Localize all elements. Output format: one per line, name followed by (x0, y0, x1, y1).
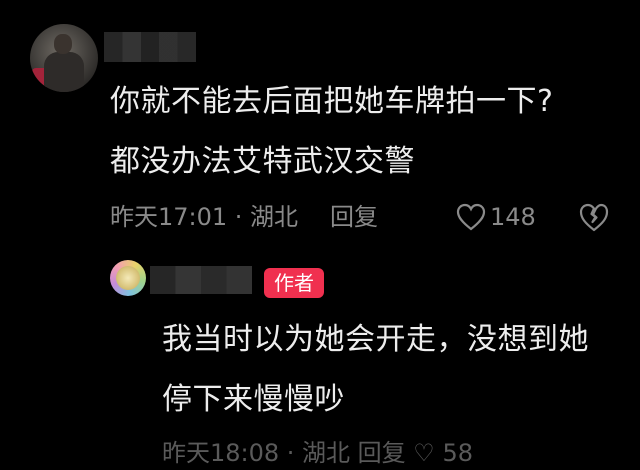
like-button[interactable]: 148 (456, 200, 536, 234)
avatar-detail (44, 52, 84, 92)
username-blurred[interactable] (150, 266, 252, 294)
avatar-detail (116, 266, 140, 290)
reply-item: 作者 我当时以为她会开走，没想到她 停下来慢慢吵 昨天18:08 · 湖北 回复… (0, 258, 640, 467)
reply-text-line: 我当时以为她会开走，没想到她 (162, 322, 589, 357)
comment-item: 你就不能去后面把她车牌拍一下? 都没办法艾特武汉交警 昨天17:01 · 湖北 … (0, 0, 640, 260)
avatar[interactable] (110, 260, 146, 296)
comment-text-line: 你就不能去后面把她车牌拍一下? (110, 84, 554, 119)
broken-heart-icon[interactable] (578, 201, 610, 233)
reply-meta-partial: 昨天18:08 · 湖北 回复 ♡ 58 (162, 439, 473, 467)
heart-outline-icon (456, 203, 486, 231)
avatar[interactable] (30, 24, 98, 92)
avatar-detail (54, 34, 72, 54)
username-blurred[interactable] (104, 32, 196, 62)
comment-time-location: 昨天17:01 · 湖北 (110, 203, 299, 231)
comment-text-line: 都没办法艾特武汉交警 (110, 144, 415, 179)
like-count: 148 (490, 203, 536, 231)
reply-button[interactable]: 回复 (330, 200, 378, 234)
author-badge: 作者 (264, 268, 324, 298)
reply-text-line: 停下来慢慢吵 (162, 382, 345, 417)
